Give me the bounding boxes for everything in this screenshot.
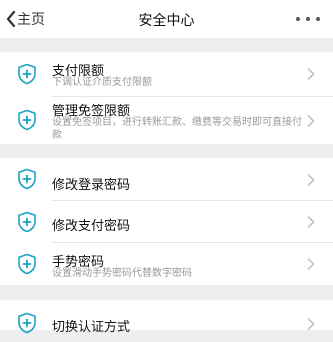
- row-description: 设置滑动手势密码代替数字密码: [52, 268, 192, 279]
- more-dot-icon: [306, 17, 310, 21]
- row-manage-free-sign-limit[interactable]: 管理免签限额 设置免签项目，进行转账汇款、缴费等交易时即可直接付款: [0, 97, 333, 144]
- shield-plus-icon: [18, 211, 36, 233]
- shield-plus-icon: [18, 253, 36, 275]
- more-button[interactable]: [296, 12, 320, 26]
- chevron-right-icon: [307, 68, 315, 80]
- nav-bar: 主页 安全中心: [0, 0, 333, 38]
- row-label: 修改支付密码: [52, 219, 131, 234]
- row-payment-limit[interactable]: 支付限额 下调认证介质支付限额: [0, 52, 333, 96]
- settings-group-authentication: 切换认证方式: [0, 300, 333, 335]
- chevron-right-icon: [307, 258, 315, 270]
- chevron-right-icon: [307, 115, 315, 127]
- row-description: 设置免签项目，进行转账汇款、缴费等交易时即可直接付款: [52, 117, 302, 141]
- chevron-right-icon: [307, 318, 315, 330]
- settings-group-passwords: 修改登录密码 修改支付密码 手势密码 设置滑动手势密码代替数字密码: [0, 158, 333, 285]
- settings-group-limits: 支付限额 下调认证介质支付限额 管理免签限额 设置免签项目，进行转账汇款、缴费等…: [0, 52, 333, 144]
- shield-plus-icon: [18, 168, 36, 190]
- row-label: 切换认证方式: [52, 320, 131, 335]
- chevron-right-icon: [307, 174, 315, 186]
- shield-plus-icon: [18, 63, 36, 85]
- row-gesture-password[interactable]: 手势密码 设置滑动手势密码代替数字密码: [0, 243, 333, 285]
- row-change-login-password[interactable]: 修改登录密码: [0, 158, 333, 200]
- row-switch-auth-method[interactable]: 切换认证方式: [0, 300, 333, 342]
- row-change-payment-password[interactable]: 修改支付密码: [0, 201, 333, 242]
- row-label: 修改登录密码: [52, 178, 131, 193]
- shield-plus-icon: [18, 312, 36, 334]
- row-description: 下调认证介质支付限额: [52, 77, 152, 88]
- more-dot-icon: [316, 17, 320, 21]
- chevron-right-icon: [307, 216, 315, 228]
- shield-plus-icon: [18, 109, 36, 131]
- page-title: 安全中心: [138, 13, 195, 29]
- more-dot-icon: [296, 17, 300, 21]
